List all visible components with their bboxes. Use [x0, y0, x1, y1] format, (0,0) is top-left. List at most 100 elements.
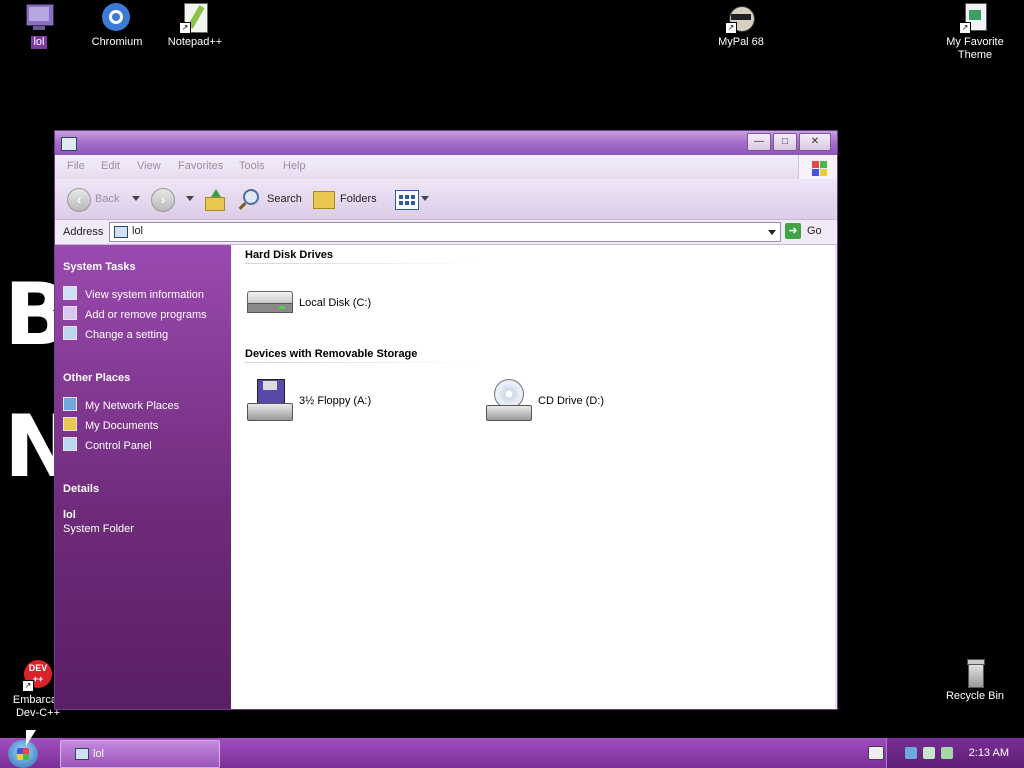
- shortcut-arrow-icon: ↗: [179, 22, 191, 34]
- task-change-setting[interactable]: Change a setting: [63, 326, 168, 342]
- cd-drive-icon: [484, 379, 532, 423]
- place-my-network-places[interactable]: My Network Places: [63, 397, 179, 413]
- go-arrow-icon: ➜: [785, 223, 801, 239]
- maximize-button[interactable]: □: [773, 133, 797, 151]
- control-panel-icon: [63, 437, 77, 451]
- explorer-window: — □ ✕ File Edit View Favorites Tools Hel…: [54, 130, 838, 710]
- back-arrow-icon[interactable]: ‹: [67, 188, 91, 212]
- drive-label: 3½ Floppy (A:): [299, 395, 372, 407]
- forward-dropdown-icon[interactable]: [186, 196, 194, 201]
- add-remove-programs-icon: [63, 306, 77, 320]
- task-view-system-information[interactable]: View system information: [63, 286, 204, 302]
- desktop-icon-lol[interactable]: lol: [1, 2, 77, 49]
- folders-button[interactable]: Folders: [340, 189, 377, 209]
- task-add-remove-programs[interactable]: Add or remove programs: [63, 306, 207, 322]
- devcpp-icon: DEV ++ ↗: [22, 660, 54, 692]
- menu-view[interactable]: View: [137, 160, 161, 172]
- place-control-panel[interactable]: Control Panel: [63, 437, 152, 453]
- views-dropdown-icon[interactable]: [421, 196, 429, 201]
- address-input[interactable]: lol: [109, 222, 781, 242]
- desktop-icon-label: lol: [31, 36, 47, 49]
- address-value: lol: [132, 225, 144, 237]
- back-button[interactable]: Back: [95, 189, 119, 209]
- window-titlebar[interactable]: — □ ✕: [55, 131, 837, 155]
- toolbar: ‹ Back › Search Folders: [55, 179, 837, 220]
- file-view: Hard Disk Drives Local Disk (C:) Devices…: [231, 245, 835, 709]
- menu-favorites[interactable]: Favorites: [178, 160, 223, 172]
- menu-file[interactable]: File: [67, 160, 85, 172]
- views-icon[interactable]: [395, 190, 419, 210]
- shortcut-arrow-icon: ↗: [725, 22, 737, 34]
- up-folder-icon[interactable]: [205, 189, 225, 211]
- windows-logo-icon: [17, 748, 29, 760]
- control-panel-icon: [63, 326, 77, 340]
- group-divider: [245, 263, 481, 264]
- task-label: Change a setting: [85, 329, 169, 341]
- place-label: Control Panel: [85, 440, 152, 452]
- close-button[interactable]: ✕: [799, 133, 831, 151]
- desktop-icon-my-favorite-theme[interactable]: ↗ My Favorite Theme: [937, 2, 1013, 62]
- desktop-icon-mypal[interactable]: ↗ MyPal 68: [703, 2, 779, 49]
- desktop-icon-chromium[interactable]: Chromium: [79, 2, 155, 49]
- window-edge: [835, 245, 837, 709]
- clock[interactable]: 2:13 AM: [969, 747, 1009, 759]
- menu-bar: File Edit View Favorites Tools Help: [55, 155, 837, 180]
- system-info-icon: [63, 286, 77, 300]
- hard-disk-icon: [245, 281, 293, 325]
- recycle-bin-icon: [959, 656, 991, 688]
- shortcut-arrow-icon: ↗: [22, 680, 34, 692]
- mouse-cursor-icon: [26, 730, 36, 746]
- other-places-heading[interactable]: Other Places: [63, 372, 130, 384]
- system-tasks-heading[interactable]: System Tasks: [63, 261, 136, 273]
- details-name: lol: [63, 509, 76, 521]
- drive-label: Local Disk (C:): [299, 297, 372, 309]
- system-tray: 2:13 AM: [886, 738, 1024, 768]
- floppy-drive-icon: [245, 379, 293, 423]
- minimize-button[interactable]: —: [747, 133, 771, 151]
- desktop-icon-label: Chromium: [91, 36, 143, 48]
- chromium-icon: [101, 2, 133, 34]
- task-pane: System Tasks View system information Add…: [55, 245, 231, 709]
- back-dropdown-icon[interactable]: [132, 196, 140, 201]
- task-label: Add or remove programs: [85, 309, 207, 321]
- taskbar: lol 2:13 AM: [0, 738, 1024, 768]
- computer-icon: [75, 748, 89, 760]
- desktop-icon-label: Recycle Bin: [945, 690, 1005, 702]
- place-label: My Documents: [85, 420, 159, 432]
- computer-icon: [61, 137, 77, 151]
- task-label: View system information: [85, 289, 205, 301]
- address-label: Address: [63, 226, 104, 238]
- folders-icon[interactable]: [313, 191, 335, 209]
- notepad-plus-plus-icon: ↗: [179, 2, 211, 34]
- shortcut-arrow-icon: ↗: [959, 22, 971, 34]
- group-heading-removable-storage: Devices with Removable Storage: [245, 348, 418, 360]
- search-button[interactable]: Search: [267, 189, 302, 209]
- go-label: Go: [807, 225, 822, 237]
- taskbar-button-lol[interactable]: lol: [60, 740, 220, 768]
- place-label: My Network Places: [85, 400, 180, 412]
- taskbar-button-label: lol: [93, 748, 105, 760]
- my-documents-icon: [63, 417, 77, 431]
- menu-tools[interactable]: Tools: [239, 160, 265, 172]
- desktop-icon-recycle-bin[interactable]: Recycle Bin: [937, 656, 1013, 703]
- menu-help[interactable]: Help: [283, 160, 306, 172]
- group-heading-hard-disk-drives: Hard Disk Drives: [245, 249, 334, 261]
- security-icon[interactable]: [941, 747, 953, 759]
- volume-icon[interactable]: [923, 747, 935, 759]
- desktop-icon-label: My Favorite Theme: [946, 36, 1004, 61]
- menu-edit[interactable]: Edit: [101, 160, 120, 172]
- keyboard-icon[interactable]: [868, 746, 884, 760]
- details-heading[interactable]: Details: [63, 483, 99, 495]
- address-bar: Address lol ➜ Go: [55, 220, 837, 245]
- place-my-documents[interactable]: My Documents: [63, 417, 158, 433]
- network-icon[interactable]: [905, 747, 917, 759]
- search-icon[interactable]: [238, 189, 259, 210]
- desktop-icon-notepad-plus-plus[interactable]: ↗ Notepad++: [157, 2, 233, 49]
- details-type: System Folder: [63, 523, 134, 535]
- theme-file-icon: ↗: [959, 2, 991, 34]
- address-dropdown-icon[interactable]: [768, 230, 776, 235]
- network-places-icon: [63, 397, 77, 411]
- desktop-icon-label: Notepad++: [167, 36, 223, 48]
- forward-arrow-icon[interactable]: ›: [151, 188, 175, 212]
- mypal-icon: ↗: [725, 2, 757, 34]
